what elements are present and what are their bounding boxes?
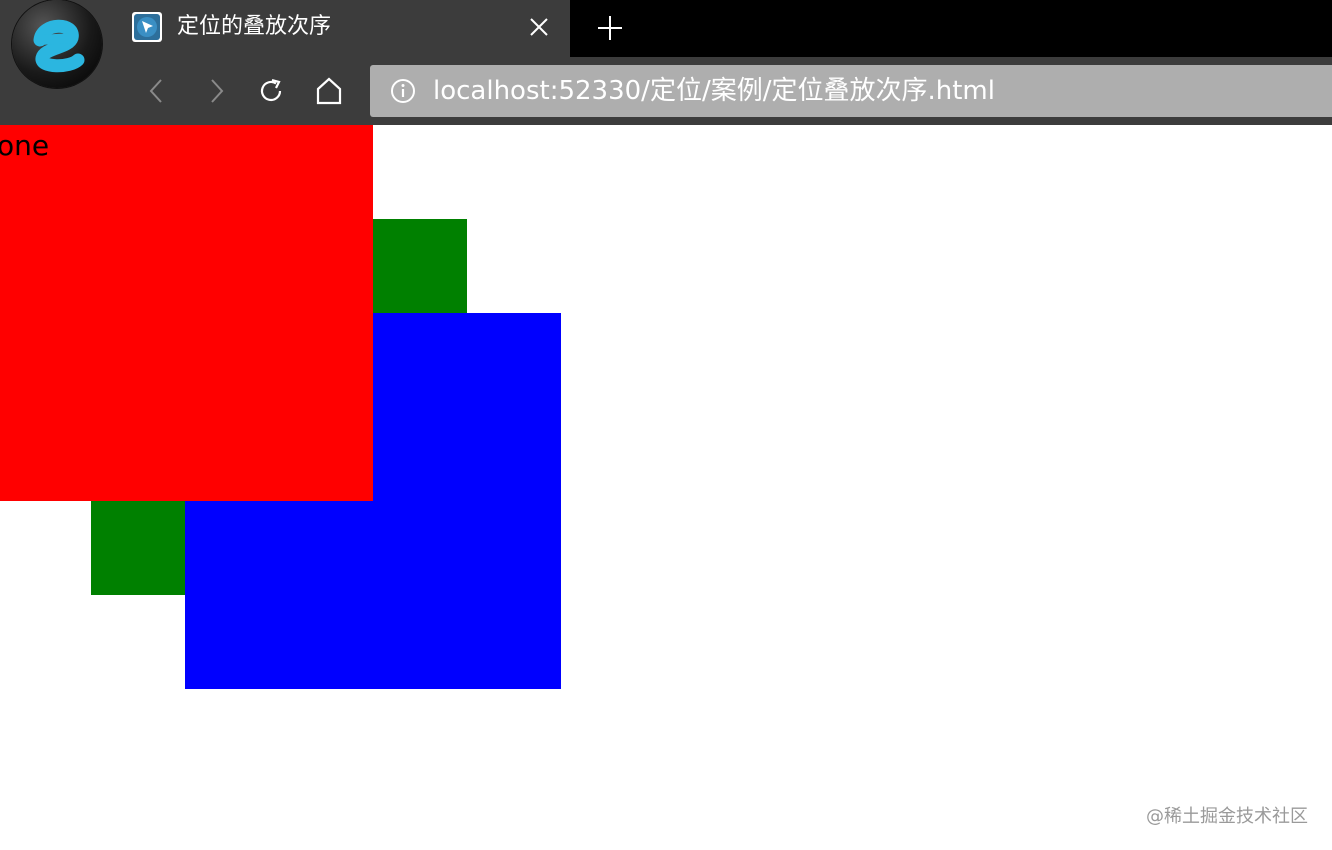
watermark: @稀土掘金技术社区	[1146, 806, 1308, 827]
browser-toolbar: localhost:52330/定位/案例/定位叠放次序.html	[0, 57, 1332, 125]
tab-title: 定位的叠放次序	[177, 14, 332, 39]
reload-icon[interactable]	[254, 74, 288, 108]
tab-active[interactable]: 定位的叠放次序	[118, 0, 570, 57]
box-one: one	[0, 125, 373, 501]
page-viewport: one @稀土掘金技术社区	[0, 125, 1332, 850]
tab-strip: 定位的叠放次序	[0, 0, 1332, 57]
cursor-arrow-icon	[132, 12, 162, 42]
close-icon[interactable]	[524, 12, 554, 42]
box-one-label: one	[0, 129, 50, 162]
home-icon[interactable]	[312, 74, 346, 108]
chevron-right-icon[interactable]	[199, 74, 233, 108]
browser-chrome: 定位的叠放次序 localhost:52330/定位/案例/定位叠放次序.htm…	[0, 0, 1332, 125]
address-bar[interactable]: localhost:52330/定位/案例/定位叠放次序.html	[370, 65, 1332, 117]
app-logo	[12, 0, 102, 88]
chevron-left-icon[interactable]	[140, 74, 174, 108]
url-text[interactable]: localhost:52330/定位/案例/定位叠放次序.html	[433, 75, 995, 107]
plus-icon[interactable]	[592, 10, 628, 46]
info-icon[interactable]	[390, 78, 416, 104]
